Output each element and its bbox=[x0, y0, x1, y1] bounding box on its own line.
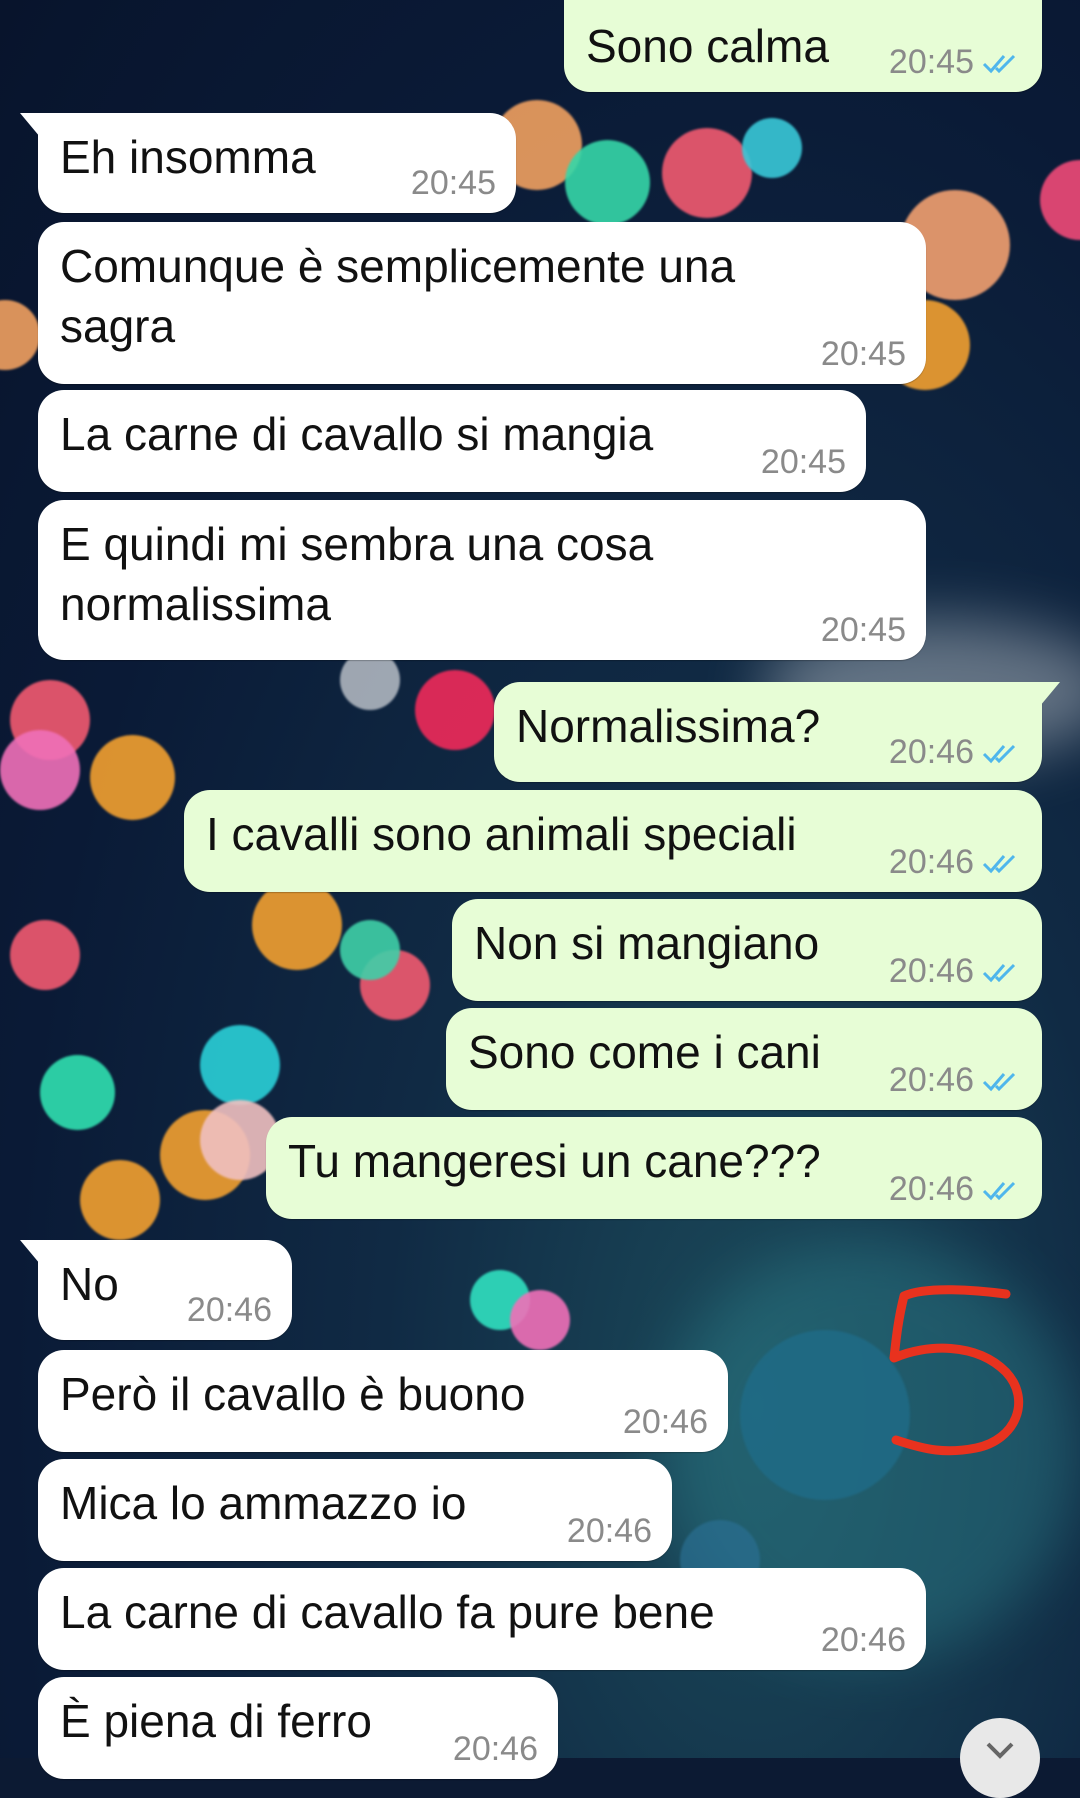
message-text: Eh insomma bbox=[60, 131, 316, 183]
message-meta: 20:46 bbox=[187, 1291, 272, 1330]
message-time: 20:45 bbox=[888, 43, 974, 81]
message-bubble-incoming[interactable]: Mica lo ammazzo io 20:46 bbox=[38, 1459, 672, 1561]
message-text: Normalissima? bbox=[516, 700, 821, 752]
message-time: 20:45 bbox=[820, 335, 906, 373]
message-bubble-incoming[interactable]: La carne di cavallo si mangia 20:45 bbox=[38, 390, 866, 492]
message-text: Mica lo ammazzo io bbox=[60, 1477, 467, 1529]
message-text: I cavalli sono animali speciali bbox=[206, 808, 797, 860]
message-bubble-outgoing[interactable]: Sono calma 20:45 bbox=[564, 0, 1042, 92]
message-text: Sono come i cani bbox=[468, 1026, 821, 1078]
message-text: Non si mangiano bbox=[474, 917, 820, 969]
message-meta: 20:46 bbox=[453, 1730, 538, 1769]
message-bubble-incoming[interactable]: E quindi mi sembra una cosa normalissima… bbox=[38, 500, 926, 660]
message-bubble-incoming[interactable]: È piena di ferro 20:46 bbox=[38, 1677, 558, 1779]
message-text: No bbox=[60, 1258, 119, 1310]
message-meta: 20:45 bbox=[821, 335, 906, 374]
message-meta: 20:46 bbox=[889, 1061, 1022, 1100]
annotation-text: 5 bbox=[866, 1280, 867, 1281]
message-bubble-incoming[interactable]: La carne di cavallo fa pure bene 20:46 bbox=[38, 1568, 926, 1670]
message-time: 20:46 bbox=[888, 733, 974, 771]
double-check-icon bbox=[982, 1072, 1016, 1091]
message-text: Sono calma bbox=[586, 20, 829, 72]
message-bubble-outgoing[interactable]: Tu mangeresi un cane??? 20:46 bbox=[266, 1117, 1042, 1219]
message-meta: 20:46 bbox=[623, 1403, 708, 1442]
message-time: 20:46 bbox=[566, 1512, 652, 1550]
message-bubble-outgoing[interactable]: Non si mangiano 20:46 bbox=[452, 899, 1042, 1001]
scroll-to-bottom-button[interactable] bbox=[960, 1718, 1040, 1798]
message-bubble-incoming[interactable]: Però il cavallo è buono 20:46 bbox=[38, 1350, 728, 1452]
message-meta: 20:46 bbox=[889, 952, 1022, 991]
message-meta: 20:45 bbox=[889, 43, 1022, 82]
message-bubble-incoming[interactable]: No 20:46 bbox=[20, 1240, 292, 1340]
double-check-icon bbox=[982, 1181, 1016, 1200]
message-time: 20:45 bbox=[760, 443, 846, 481]
double-check-icon bbox=[982, 963, 1016, 982]
chevron-down-icon bbox=[986, 1742, 1014, 1759]
message-meta: 20:45 bbox=[821, 611, 906, 650]
bubble-tail bbox=[20, 113, 60, 137]
message-time: 20:45 bbox=[410, 164, 496, 202]
message-bubble-outgoing[interactable]: Sono come i cani 20:46 bbox=[446, 1008, 1042, 1110]
message-bubble-outgoing[interactable]: I cavalli sono animali speciali 20:46 bbox=[184, 790, 1042, 892]
message-text: La carne di cavallo fa pure bene bbox=[60, 1586, 715, 1638]
message-time: 20:46 bbox=[820, 1621, 906, 1659]
message-meta: 20:46 bbox=[889, 733, 1022, 772]
double-check-icon bbox=[982, 744, 1016, 763]
message-text: E quindi mi sembra una cosa normalissima bbox=[60, 518, 654, 630]
message-bubble-incoming[interactable]: Comunque è semplicemente una sagra 20:45 bbox=[38, 222, 926, 384]
message-time: 20:46 bbox=[888, 843, 974, 881]
message-text: Tu mangeresi un cane??? bbox=[288, 1135, 821, 1187]
message-meta: 20:46 bbox=[567, 1512, 652, 1551]
double-check-icon bbox=[982, 854, 1016, 873]
message-bubble-outgoing[interactable]: Normalissima? 20:46 bbox=[494, 682, 1060, 782]
message-time: 20:45 bbox=[820, 611, 906, 649]
message-meta: 20:45 bbox=[761, 443, 846, 482]
message-time: 20:46 bbox=[186, 1291, 272, 1329]
message-text: Però il cavallo è buono bbox=[60, 1368, 526, 1420]
annotation-number-5: 5 bbox=[866, 1280, 1024, 1456]
double-check-icon bbox=[982, 54, 1016, 73]
message-time: 20:46 bbox=[622, 1403, 708, 1441]
bubble-tail bbox=[20, 1240, 60, 1264]
message-meta: 20:45 bbox=[411, 164, 496, 203]
message-time: 20:46 bbox=[888, 1061, 974, 1099]
message-time: 20:46 bbox=[888, 1170, 974, 1208]
message-bubble-incoming[interactable]: Eh insomma 20:45 bbox=[20, 113, 516, 213]
message-meta: 20:46 bbox=[821, 1621, 906, 1660]
message-meta: 20:46 bbox=[889, 1170, 1022, 1209]
message-text: Comunque è semplicemente una sagra bbox=[60, 240, 736, 352]
message-time: 20:46 bbox=[452, 1730, 538, 1768]
message-meta: 20:46 bbox=[889, 843, 1022, 882]
message-text: È piena di ferro bbox=[60, 1695, 372, 1747]
bubble-tail bbox=[1020, 682, 1060, 706]
chat-messages: Sono calma 20:45 Eh insomma 20:45 Comunq… bbox=[0, 0, 1080, 1779]
message-text: La carne di cavallo si mangia bbox=[60, 408, 654, 460]
message-time: 20:46 bbox=[888, 952, 974, 990]
